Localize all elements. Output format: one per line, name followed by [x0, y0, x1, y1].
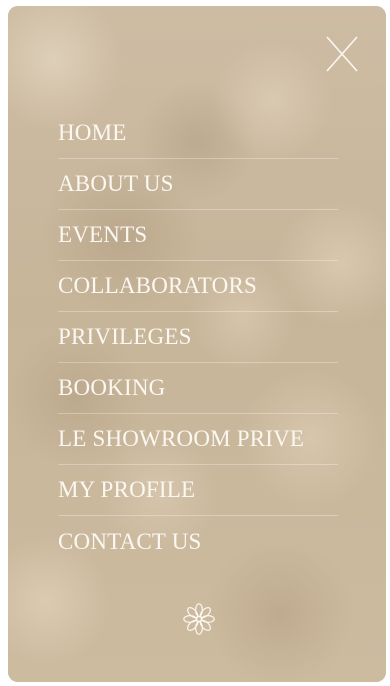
menu-item-my-profile[interactable]: MY PROFILE	[58, 465, 338, 516]
menu-item-label: CONTACT US	[58, 528, 202, 554]
nav-menu: HOME ABOUT US EVENTS COLLABORATORS PRIVI…	[58, 108, 338, 567]
menu-item-booking[interactable]: BOOKING	[58, 363, 338, 414]
menu-item-privileges[interactable]: PRIVILEGES	[58, 312, 338, 363]
menu-item-label: HOME	[58, 120, 127, 145]
menu-item-about-us[interactable]: ABOUT US	[58, 159, 338, 210]
menu-item-label: ABOUT US	[58, 171, 174, 196]
menu-panel: HOME ABOUT US EVENTS COLLABORATORS PRIVI…	[8, 6, 386, 682]
menu-item-label: PRIVILEGES	[58, 324, 192, 349]
brand-logo	[182, 602, 216, 636]
menu-item-collaborators[interactable]: COLLABORATORS	[58, 261, 338, 312]
menu-item-label: EVENTS	[58, 222, 148, 247]
menu-item-label: MY PROFILE	[58, 477, 196, 502]
close-icon	[326, 36, 358, 72]
menu-item-contact-us[interactable]: CONTACT US	[58, 516, 338, 567]
menu-item-events[interactable]: EVENTS	[58, 210, 338, 261]
menu-item-home[interactable]: HOME	[58, 108, 338, 159]
menu-item-label: LE SHOWROOM PRIVE	[58, 426, 305, 451]
flower-logo-icon	[183, 603, 215, 635]
menu-item-label: COLLABORATORS	[58, 273, 257, 298]
close-button[interactable]	[324, 34, 360, 74]
menu-item-le-showroom-prive[interactable]: LE SHOWROOM PRIVE	[58, 414, 338, 465]
menu-item-label: BOOKING	[58, 375, 166, 400]
